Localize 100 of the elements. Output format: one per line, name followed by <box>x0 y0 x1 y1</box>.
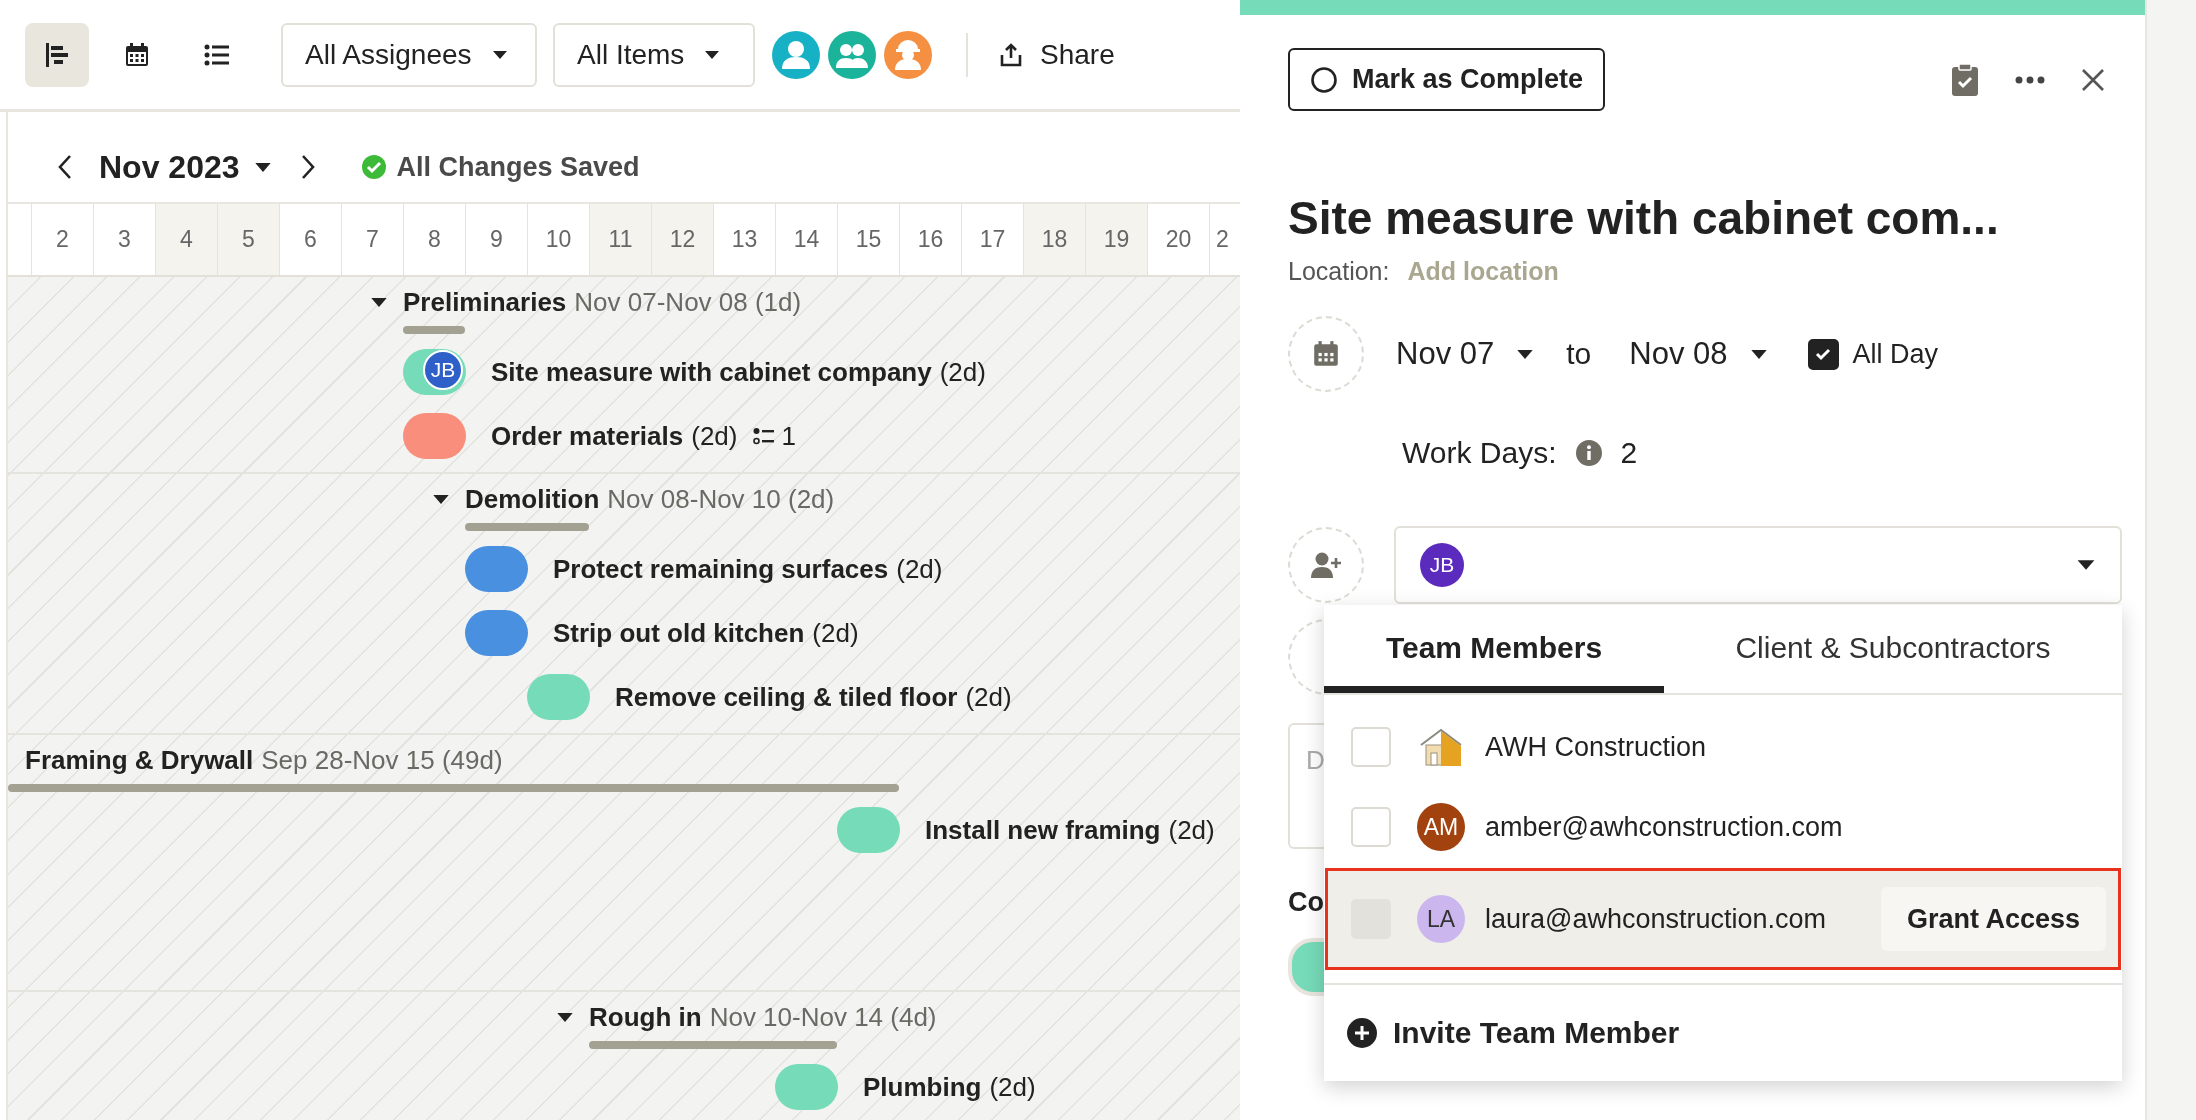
task-duration: (2d) <box>965 681 1012 713</box>
person-avatar-icon[interactable] <box>772 30 820 79</box>
caret-icon <box>491 49 508 60</box>
member-avatar: AM <box>1417 803 1465 851</box>
day-header: 20 <box>1148 204 1210 275</box>
work-days-label: Work Days: <box>1402 436 1557 470</box>
member-avatar: LA <box>1417 895 1465 943</box>
day-header: 2 <box>32 204 94 275</box>
description-placeholder: D <box>1306 745 1325 775</box>
to-label: to <box>1566 337 1592 371</box>
section-label: Co <box>1288 887 1325 918</box>
day-header: 11 <box>590 204 652 275</box>
gantt-view-button[interactable] <box>25 22 89 87</box>
work-days-value: 2 <box>1620 436 1638 470</box>
calendar-icon <box>1311 339 1341 369</box>
more-icon[interactable] <box>2015 75 2045 84</box>
previous-month-icon[interactable] <box>57 154 73 180</box>
task-name: Remove ceiling & tiled floor <box>615 681 958 713</box>
checklist-count: 1 <box>781 420 796 452</box>
filter-dropdown[interactable]: All Items <box>553 22 755 87</box>
task-name: Site measure with cabinet company <box>491 356 932 388</box>
task-name: Order materials <box>491 420 684 452</box>
check-circle-icon <box>361 155 386 179</box>
month-picker[interactable]: Nov 2023 <box>93 147 278 187</box>
task-name: Install new framing <box>925 814 1161 846</box>
plus-circle-icon <box>1347 1018 1377 1048</box>
task-duration: (2d) <box>691 420 738 452</box>
group-name: Demolition <box>465 483 600 515</box>
day-header: 13 <box>714 204 776 275</box>
group-name: Preliminaries <box>403 286 567 318</box>
group-dates: Sep 28-Nov 15 (49d) <box>261 744 503 776</box>
task-duration: (2d) <box>989 1071 1036 1103</box>
start-date-dropdown[interactable]: Nov 07 <box>1396 336 1535 372</box>
checklist-icon <box>753 427 776 445</box>
calendar-icon <box>123 40 151 69</box>
end-date-dropdown[interactable]: Nov 08 <box>1629 336 1768 372</box>
caret-icon <box>1749 348 1768 360</box>
clipboard-check-icon[interactable] <box>1951 62 1979 97</box>
member-name: laura@awhconstruction.com <box>1485 903 1827 935</box>
collapse-caret-icon[interactable] <box>370 297 388 308</box>
day-header: 8 <box>404 204 466 275</box>
all-day-checkbox[interactable] <box>1807 338 1839 370</box>
day-header: 15 <box>838 204 900 275</box>
day-header: 16 <box>900 204 962 275</box>
member-name: amber@awhconstruction.com <box>1485 811 1843 843</box>
next-month-icon[interactable] <box>299 154 316 180</box>
member-checkbox[interactable] <box>1351 727 1391 767</box>
caret-icon <box>2076 559 2096 571</box>
day-header: 6 <box>280 204 342 275</box>
member-name: AWH Construction <box>1485 731 1707 763</box>
collapse-caret-icon[interactable] <box>556 1012 574 1023</box>
task-name: Plumbing <box>863 1071 982 1103</box>
gantt-icon <box>43 40 71 69</box>
group-name: Rough in <box>589 1001 702 1033</box>
filter-dropdown[interactable]: All Assignees <box>281 22 537 87</box>
group-dates: Nov 08-Nov 10 (2d) <box>607 483 835 515</box>
share-button[interactable]: Share <box>994 34 1119 75</box>
caret-icon <box>1516 348 1535 360</box>
member-checkbox[interactable] <box>1351 807 1391 847</box>
location-label: Location: <box>1288 257 1390 286</box>
task-duration: (2d) <box>812 617 859 649</box>
close-icon[interactable] <box>2081 67 2105 92</box>
collapse-caret-icon[interactable] <box>432 494 450 505</box>
task-duration: (2d) <box>896 553 943 585</box>
day-header: 2 <box>1210 204 1240 275</box>
all-day-label: All Day <box>1852 338 1939 370</box>
day-header: 9 <box>466 204 528 275</box>
group-bar <box>403 326 465 334</box>
task-name: Protect remaining surfaces <box>553 553 889 585</box>
member-row[interactable]: AM amber@awhconstruction.com <box>1328 787 2118 867</box>
group-dates: Nov 07-Nov 08 (1d) <box>574 286 802 318</box>
day-header: 14 <box>776 204 838 275</box>
assignee-avatar: JB <box>1420 543 1464 587</box>
mark-complete-button[interactable]: Mark as Complete <box>1288 48 1606 111</box>
circle-icon <box>1310 65 1338 94</box>
task-duration: (2d) <box>1168 814 1215 846</box>
task-title: Site measure with cabinet com... <box>1288 191 2000 245</box>
invite-team-member-button[interactable]: Invite Team Member <box>1324 983 2122 1081</box>
task-duration: (2d) <box>939 356 986 388</box>
day-header: 12 <box>652 204 714 275</box>
caret-icon <box>704 49 721 60</box>
day-header: 19 <box>1086 204 1148 275</box>
day-header: 18 <box>1024 204 1086 275</box>
menu-tab[interactable]: Team Members <box>1324 605 1664 693</box>
member-row[interactable]: AWH Construction <box>1328 707 2118 787</box>
share-icon <box>998 41 1024 68</box>
day-header: 7 <box>342 204 404 275</box>
save-status: All Changes Saved <box>396 151 640 183</box>
caret-icon <box>253 161 272 173</box>
day-header: 4 <box>156 204 218 275</box>
group-name: Framing & Drywall <box>25 744 254 776</box>
day-header: 5 <box>218 204 280 275</box>
group-dates: Nov 10-Nov 14 (4d) <box>709 1001 937 1033</box>
task-name: Strip out old kitchen <box>553 617 805 649</box>
task-bar[interactable] <box>465 546 528 592</box>
group-avatar-icon[interactable] <box>828 30 876 79</box>
add-person-icon <box>1310 550 1342 580</box>
task-bar[interactable] <box>465 610 528 656</box>
menu-tab[interactable]: Client & Subcontractors <box>1664 605 2122 693</box>
info-icon <box>1576 440 1603 466</box>
